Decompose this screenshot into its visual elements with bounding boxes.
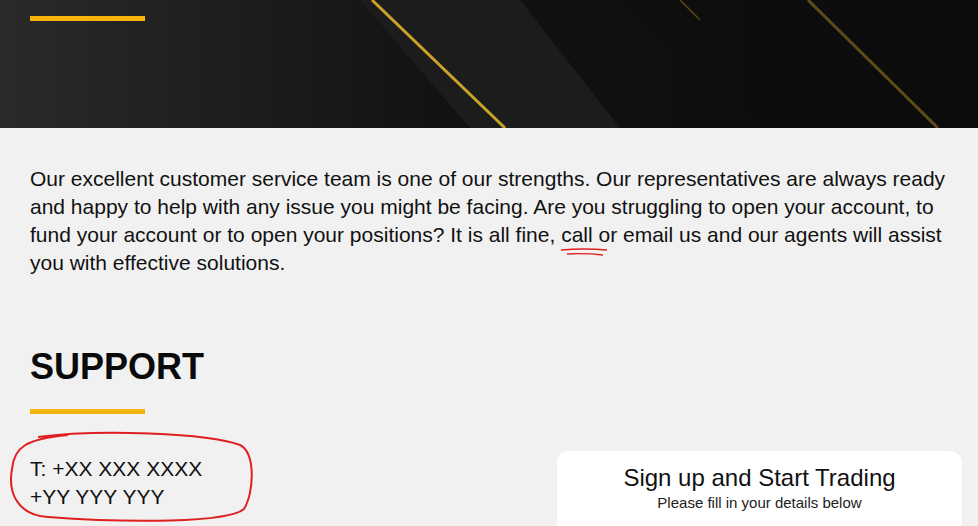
phone-number[interactable]: +YY YYY YYY — [30, 483, 202, 511]
page: Our excellent customer service team is o… — [0, 0, 978, 526]
banner-lines-icon — [0, 0, 978, 128]
support-heading: SUPPORT — [30, 345, 962, 389]
support-row: T: +XX XXX XXXX+YY YYY YYY Sign up and St… — [30, 451, 962, 526]
banner — [0, 0, 978, 128]
intro-paragraph: Our excellent customer service team is o… — [30, 165, 960, 277]
phone-list: T: +XX XXX XXXX+YY YYY YYY — [30, 451, 202, 511]
signup-subtitle: Please fill in your details below — [657, 493, 861, 513]
signup-card: Sign up and Start TradingPlease fill in … — [557, 451, 962, 526]
content: Our excellent customer service team is o… — [0, 128, 978, 526]
phone-number[interactable]: T: +XX XXX XXXX — [30, 455, 202, 483]
banner-accent-bar — [30, 16, 145, 21]
underline-mark-icon — [559, 247, 609, 257]
highlight-word: call — [561, 221, 593, 249]
signup-title: Sign up and Start Trading — [623, 463, 895, 493]
support-accent-bar — [30, 409, 145, 414]
